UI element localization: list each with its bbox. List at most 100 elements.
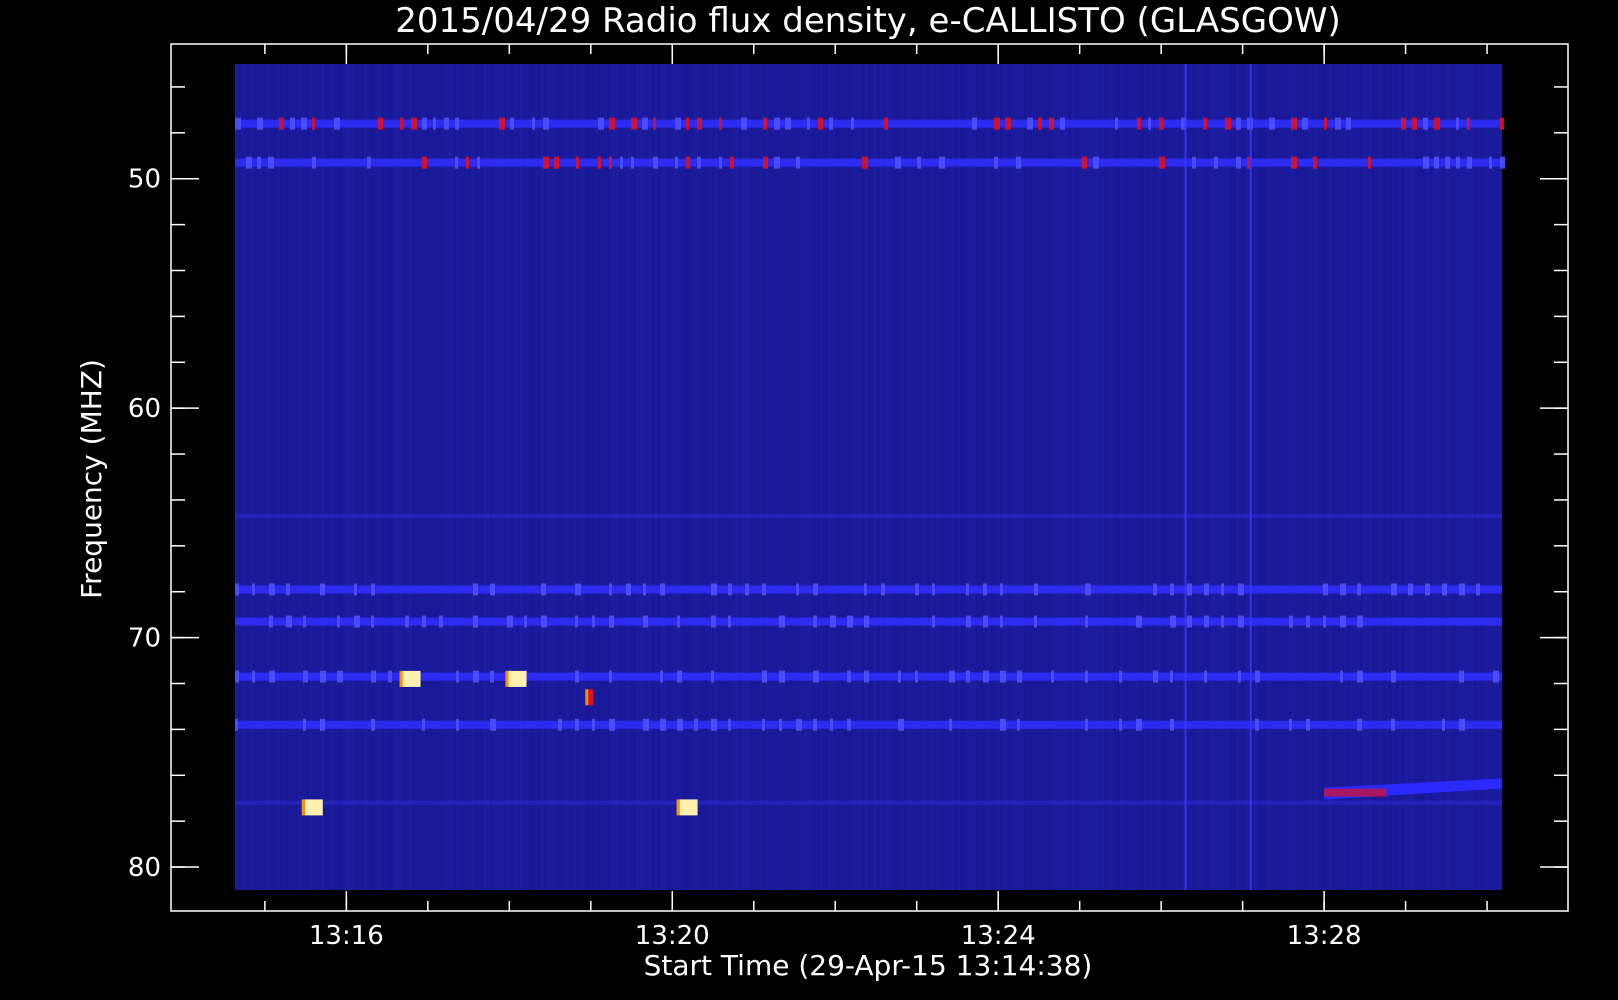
noise-column (937, 64, 939, 890)
noise-column (1408, 64, 1410, 890)
band-segment (1323, 615, 1326, 628)
noise-column (730, 64, 732, 890)
band-segment (371, 615, 374, 628)
band-segment (643, 583, 646, 596)
band-segment (966, 583, 969, 596)
band-segment (763, 156, 768, 169)
band-segment (813, 583, 818, 596)
noise-column (1387, 64, 1389, 890)
noise-column (973, 64, 975, 890)
band-segment (1335, 117, 1341, 130)
noise-column (970, 64, 972, 890)
noise-column (592, 64, 594, 890)
band-segment (1085, 670, 1088, 683)
band-segment (252, 583, 255, 596)
noise-column (265, 64, 267, 890)
band-segment (1017, 670, 1022, 683)
noise-column (1171, 64, 1173, 890)
noise-column (1069, 64, 1071, 890)
band-segment (290, 117, 295, 130)
noise-column (982, 64, 984, 890)
band-segment (576, 156, 579, 169)
noise-column (1480, 64, 1482, 890)
noise-column (340, 64, 342, 890)
band-segment (862, 156, 868, 169)
band-segment (371, 670, 376, 683)
noise-column (967, 64, 969, 890)
noise-column (1345, 64, 1347, 890)
band-segment (1357, 670, 1363, 683)
band-segment (609, 117, 615, 130)
noise-column (247, 64, 249, 890)
noise-column (337, 64, 339, 890)
noise-column (523, 64, 525, 890)
band-segment (1170, 615, 1176, 628)
band-segment (719, 117, 722, 130)
noise-column (856, 64, 858, 890)
noise-column (904, 64, 906, 890)
band-segment (1489, 156, 1492, 169)
vertical-line (1184, 64, 1187, 890)
noise-column (901, 64, 903, 890)
noise-column (1108, 64, 1110, 890)
noise-column (571, 64, 573, 890)
noise-column (454, 64, 456, 890)
band-segment (1500, 156, 1505, 169)
noise-column (880, 64, 882, 890)
band-segment (1148, 117, 1151, 130)
noise-column (385, 64, 387, 890)
noise-column (1384, 64, 1386, 890)
noise-column (1300, 64, 1302, 890)
noise-column (604, 64, 606, 890)
noise-column (1471, 64, 1473, 890)
band-segment (774, 117, 780, 130)
noise-column (1141, 64, 1143, 890)
band-segment (466, 156, 469, 169)
band-segment (1119, 670, 1122, 683)
band-segment (1434, 117, 1440, 130)
noise-column (898, 64, 900, 890)
band-64.7 (235, 514, 1502, 519)
band-segment (422, 615, 426, 628)
noise-column (775, 64, 777, 890)
noise-column (1318, 64, 1320, 890)
noise-column (715, 64, 717, 890)
band-segment (268, 156, 274, 169)
noise-column (637, 64, 639, 890)
noise-column (1261, 64, 1263, 890)
noise-column (1273, 64, 1275, 890)
noise-column (355, 64, 357, 890)
noise-column (1204, 64, 1206, 890)
band-segment (1038, 117, 1042, 130)
noise-column (1465, 64, 1467, 890)
band-segment (1459, 670, 1464, 683)
burst-edge (301, 799, 305, 816)
noise-column (952, 64, 954, 890)
noise-column (586, 64, 588, 890)
noise-column (508, 64, 510, 890)
noise-column (724, 64, 726, 890)
noise-column (655, 64, 657, 890)
noise-column (991, 64, 993, 890)
band-segment (728, 615, 731, 628)
noise-column (376, 64, 378, 890)
noise-column (1054, 64, 1056, 890)
noise-column (1117, 64, 1119, 890)
noise-column (1297, 64, 1299, 890)
noise-column (1129, 64, 1131, 890)
noise-column (673, 64, 675, 890)
noise-column (631, 64, 633, 890)
noise-column (946, 64, 948, 890)
band-segment (675, 156, 678, 169)
noise-column (676, 64, 678, 890)
band-segment (1324, 117, 1327, 130)
band-segment (592, 718, 595, 731)
y-tick-label: 70 (128, 624, 161, 654)
noise-column (493, 64, 495, 890)
band-segment (541, 615, 547, 628)
band-segment (1000, 583, 1003, 596)
band-segment (711, 615, 716, 628)
noise-column (958, 64, 960, 890)
noise-column (1267, 64, 1269, 890)
band-segment (653, 117, 656, 130)
